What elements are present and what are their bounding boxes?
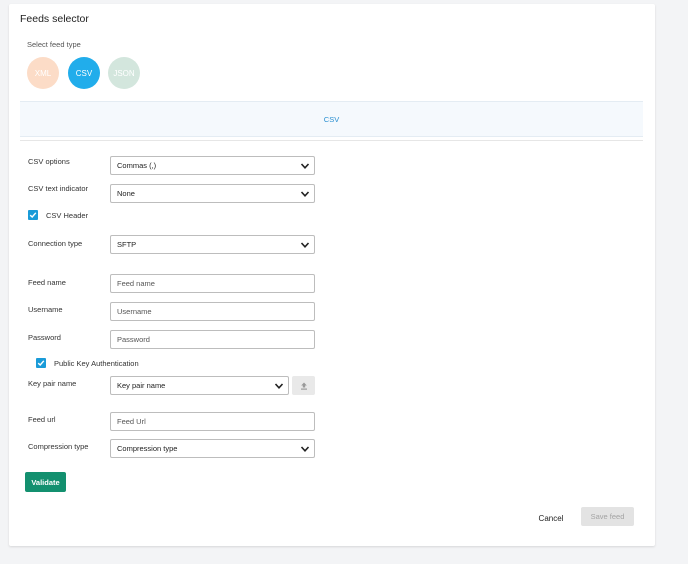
password-label: Password bbox=[28, 333, 61, 342]
connection-type-select[interactable]: SFTP bbox=[110, 235, 315, 254]
checkmark-icon bbox=[37, 360, 45, 367]
public-key-auth-checkbox[interactable] bbox=[36, 358, 46, 368]
page-title: Feeds selector bbox=[20, 13, 89, 25]
key-pair-name-select[interactable]: Key pair name bbox=[110, 376, 289, 395]
save-feed-button[interactable]: Save feed bbox=[581, 507, 634, 526]
compression-type-value: Compression type bbox=[117, 444, 178, 453]
feed-name-label: Feed name bbox=[28, 278, 66, 287]
csv-text-indicator-select[interactable]: None bbox=[110, 184, 315, 203]
compression-type-select[interactable]: Compression type bbox=[110, 439, 315, 458]
validate-button[interactable]: Validate bbox=[25, 472, 66, 492]
connection-type-label: Connection type bbox=[28, 239, 83, 248]
csv-text-indicator-label: CSV text indicator bbox=[28, 184, 89, 193]
key-pair-name-label: Key pair name bbox=[28, 379, 77, 388]
chevron-down-icon bbox=[300, 191, 310, 197]
chevron-down-icon bbox=[274, 383, 284, 389]
selected-type-banner-text: CSV bbox=[323, 114, 340, 124]
checkmark-icon bbox=[29, 212, 37, 219]
feed-type-json-label: JSON bbox=[113, 68, 135, 78]
feed-type-xml-button[interactable]: XML bbox=[27, 57, 59, 89]
upload-icon bbox=[300, 382, 307, 390]
csv-header-label: CSV Header bbox=[46, 211, 89, 220]
chevron-down-icon bbox=[300, 446, 310, 452]
selected-type-banner: CSV bbox=[20, 101, 643, 137]
password-input[interactable] bbox=[110, 330, 315, 349]
public-key-auth-label: Public Key Authentication bbox=[54, 359, 139, 368]
csv-header-checkbox[interactable] bbox=[28, 210, 38, 220]
feed-url-label: Feed url bbox=[28, 415, 56, 424]
chevron-down-icon bbox=[300, 163, 310, 169]
csv-options-select[interactable]: Commas (,) bbox=[110, 156, 315, 175]
chevron-down-icon bbox=[300, 242, 310, 248]
feed-url-input[interactable] bbox=[110, 412, 315, 431]
feed-type-csv-label: CSV bbox=[75, 68, 93, 78]
feed-name-input[interactable] bbox=[110, 274, 315, 293]
upload-key-button[interactable] bbox=[292, 376, 315, 395]
compression-type-label: Compression type bbox=[28, 442, 89, 451]
username-input[interactable] bbox=[110, 302, 315, 321]
csv-text-indicator-value: None bbox=[117, 189, 135, 198]
feed-type-xml-label: XML bbox=[34, 68, 52, 78]
feed-type-csv-button[interactable]: CSV bbox=[68, 57, 100, 89]
username-label: Username bbox=[28, 305, 63, 314]
csv-options-value: Commas (,) bbox=[117, 161, 157, 170]
connection-type-value: SFTP bbox=[117, 240, 137, 249]
select-feed-type-label: Select feed type bbox=[27, 40, 81, 49]
csv-options-label: CSV options bbox=[28, 157, 70, 166]
divider bbox=[20, 140, 643, 141]
cancel-button[interactable]: Cancel bbox=[531, 510, 571, 526]
key-pair-name-value: Key pair name bbox=[117, 381, 166, 390]
feeds-selector-card: Feeds selector Select feed type XML CSV … bbox=[9, 4, 655, 546]
feed-type-json-button[interactable]: JSON bbox=[108, 57, 140, 89]
